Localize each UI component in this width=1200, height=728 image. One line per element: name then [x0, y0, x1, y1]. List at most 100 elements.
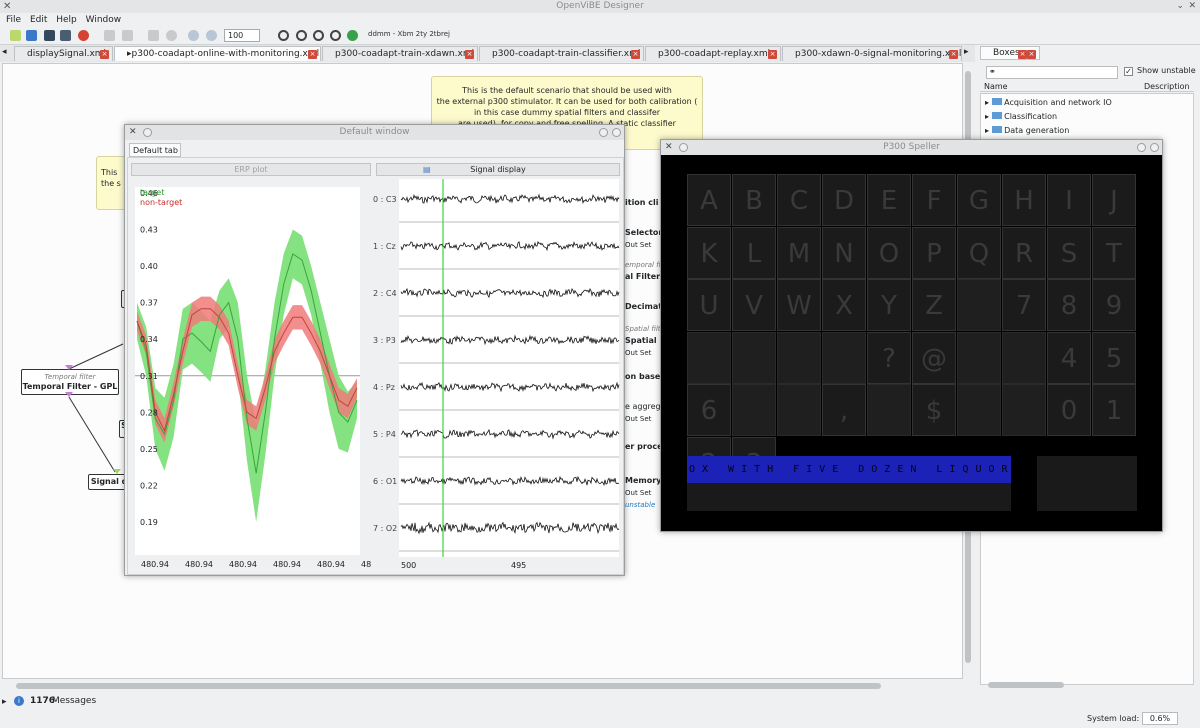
close-window-icon[interactable]: ✕ — [1188, 0, 1196, 13]
speller-key: ? — [867, 331, 911, 384]
erp-plot: 0.460.430.400.370.340.310.280.250.220.19… — [135, 187, 371, 569]
legend-target: target — [140, 188, 164, 197]
p300-speller-window[interactable]: ✕ P300 Speller ABCDEFGHIJ KLMNOPQRST UVWXY… — [660, 139, 1163, 532]
fast-forward-icon[interactable] — [347, 30, 358, 41]
tab-replay[interactable]: p300-coadapt-replay.xml × — [645, 46, 781, 61]
menu-file[interactable]: File — [6, 15, 21, 25]
close-tab-icon[interactable]: × — [465, 50, 474, 59]
tab-online-monitoring[interactable]: ▸p300-coadapt-online-with-monitoring.xml… — [114, 46, 321, 61]
channel-label: 4 : Pz — [373, 383, 395, 392]
tab-boxes[interactable]: Boxes × × — [980, 46, 1040, 60]
erp-x-tick-label: 480.94 — [141, 560, 169, 569]
pen-icon[interactable] — [122, 30, 133, 41]
cut-icon[interactable] — [104, 30, 115, 41]
speller-key — [957, 384, 1001, 437]
minimize-icon[interactable]: ⌄ — [1176, 0, 1184, 13]
erp-y-tick-label: 0.28 — [140, 408, 158, 417]
minimize-icon[interactable] — [1137, 143, 1146, 152]
speller-key: 4 — [1047, 331, 1091, 384]
speller-key — [822, 331, 866, 384]
window-icon: ✕ — [665, 142, 673, 152]
speller-window-title[interactable]: ✕ P300 Speller — [661, 140, 1162, 155]
erp-y-tick-label: 0.19 — [140, 518, 158, 527]
speller-key: 7 — [1002, 279, 1046, 332]
speller-key — [687, 331, 731, 384]
pause-icon[interactable] — [313, 30, 324, 41]
erp-plot-header[interactable]: ERP plot — [131, 163, 371, 176]
menu-help[interactable]: Help — [56, 15, 77, 25]
binoculars-icon: ⚭ — [989, 67, 996, 76]
zoom-spinbox[interactable]: 100 — [224, 29, 260, 42]
tree-item[interactable]: ▸ Classification — [985, 110, 1057, 124]
save-as-icon[interactable] — [60, 30, 71, 41]
tab-scroll-left-icon[interactable]: ◂ — [2, 47, 7, 57]
close-tab-icon[interactable]: × — [308, 50, 317, 59]
speller-grid: ABCDEFGHIJKLMNOPQRSTUVWXYZ789?@456,$0123 — [687, 174, 1137, 489]
new-file-icon[interactable] — [10, 30, 21, 41]
canvas-horizontal-scrollbar[interactable] — [2, 680, 963, 692]
tab-train-xdawn[interactable]: p300-coadapt-train-xdawn.xml × — [322, 46, 478, 61]
erp-x-tick-label: 480.94 — [273, 560, 301, 569]
show-unstable-checkbox[interactable]: ✓ — [1124, 67, 1133, 76]
default-window-title[interactable]: ✕ Default window — [125, 125, 624, 140]
tree-item[interactable]: ▸ Data generation — [985, 124, 1069, 138]
speller-key: 8 — [1047, 279, 1091, 332]
console-arrow-icon[interactable]: ▸ — [2, 697, 7, 707]
tree-item[interactable]: ▸ Acquisition and network IO — [985, 96, 1112, 110]
save-icon[interactable] — [44, 30, 55, 41]
speller-key: J — [1092, 174, 1136, 226]
close-tab-icon[interactable]: × — [949, 50, 958, 59]
open-file-icon[interactable] — [26, 30, 37, 41]
erp-x-tick-label: 480.94 — [229, 560, 257, 569]
speller-key: @ — [912, 331, 956, 384]
tab-xdawn-signal-monitoring[interactable]: p300-xdawn-0-signal-monitoring.xml × — [782, 46, 962, 61]
speller-key: , — [822, 384, 866, 437]
close-icon[interactable] — [612, 128, 621, 137]
signal-display-header[interactable]: ▤ Signal display — [376, 163, 620, 176]
info-icon: i — [14, 696, 24, 706]
menu-window[interactable]: Window — [86, 15, 122, 25]
settings-icon[interactable]: ▤ — [423, 164, 431, 175]
close-tab-icon[interactable]: × — [1027, 50, 1036, 59]
system-load-label: System load: — [1087, 714, 1140, 723]
channel-label: 0 : C3 — [373, 195, 397, 204]
window-menu-icon[interactable] — [143, 128, 152, 137]
zoom-out-icon[interactable] — [206, 30, 217, 41]
minimize-icon[interactable] — [599, 128, 608, 137]
close-tab-icon[interactable]: × — [768, 50, 777, 59]
box-search-input[interactable]: ⚭ — [986, 66, 1118, 79]
step-icon[interactable] — [296, 30, 307, 41]
tab-scroll-right-icon[interactable]: ▸ — [964, 47, 969, 57]
speller-key: 9 — [1092, 279, 1136, 332]
speller-key: N — [822, 226, 866, 279]
erp-y-tick-label: 0.34 — [140, 335, 158, 344]
scrollbar-thumb[interactable] — [16, 683, 881, 689]
info-icon[interactable] — [166, 30, 177, 41]
menu-edit[interactable]: Edit — [30, 15, 47, 25]
default-window[interactable]: ✕ Default window Default tab ERP plot ▤ … — [124, 124, 625, 576]
close-tab-icon[interactable]: × — [100, 50, 109, 59]
stop-icon[interactable] — [278, 30, 289, 41]
speller-key: A — [687, 174, 731, 226]
close-tab-icon[interactable]: × — [631, 50, 640, 59]
signal-x-tick-label: 495 — [511, 561, 526, 570]
speller-key — [867, 384, 911, 437]
close-tab-icon[interactable]: × — [1018, 50, 1027, 59]
zoom-in-icon[interactable] — [188, 30, 199, 41]
scenario-tabs: ◂ displaySignal.xml × ▸p300-coadapt-onlin… — [0, 45, 975, 62]
app-icon: ✕ — [3, 1, 12, 12]
delete-icon[interactable] — [148, 30, 159, 41]
window-menu-icon[interactable] — [679, 143, 688, 152]
close-icon[interactable] — [1150, 143, 1159, 152]
speller-key: G — [957, 174, 1001, 226]
tab-train-classifier[interactable]: p300-coadapt-train-classifier.xml × — [479, 46, 644, 61]
tab-displaysignal[interactable]: displaySignal.xml × — [14, 46, 113, 61]
play-icon[interactable] — [330, 30, 341, 41]
close-scenario-icon[interactable] — [78, 30, 89, 41]
tab-default[interactable]: Default tab — [129, 143, 181, 157]
panel-scrollbar-thumb[interactable] — [988, 682, 1064, 688]
speller-key: 6 — [687, 384, 731, 437]
tree-header: Name Description — [980, 82, 1194, 92]
channel-label: 1 : Cz — [373, 242, 396, 251]
speller-key — [732, 331, 776, 384]
